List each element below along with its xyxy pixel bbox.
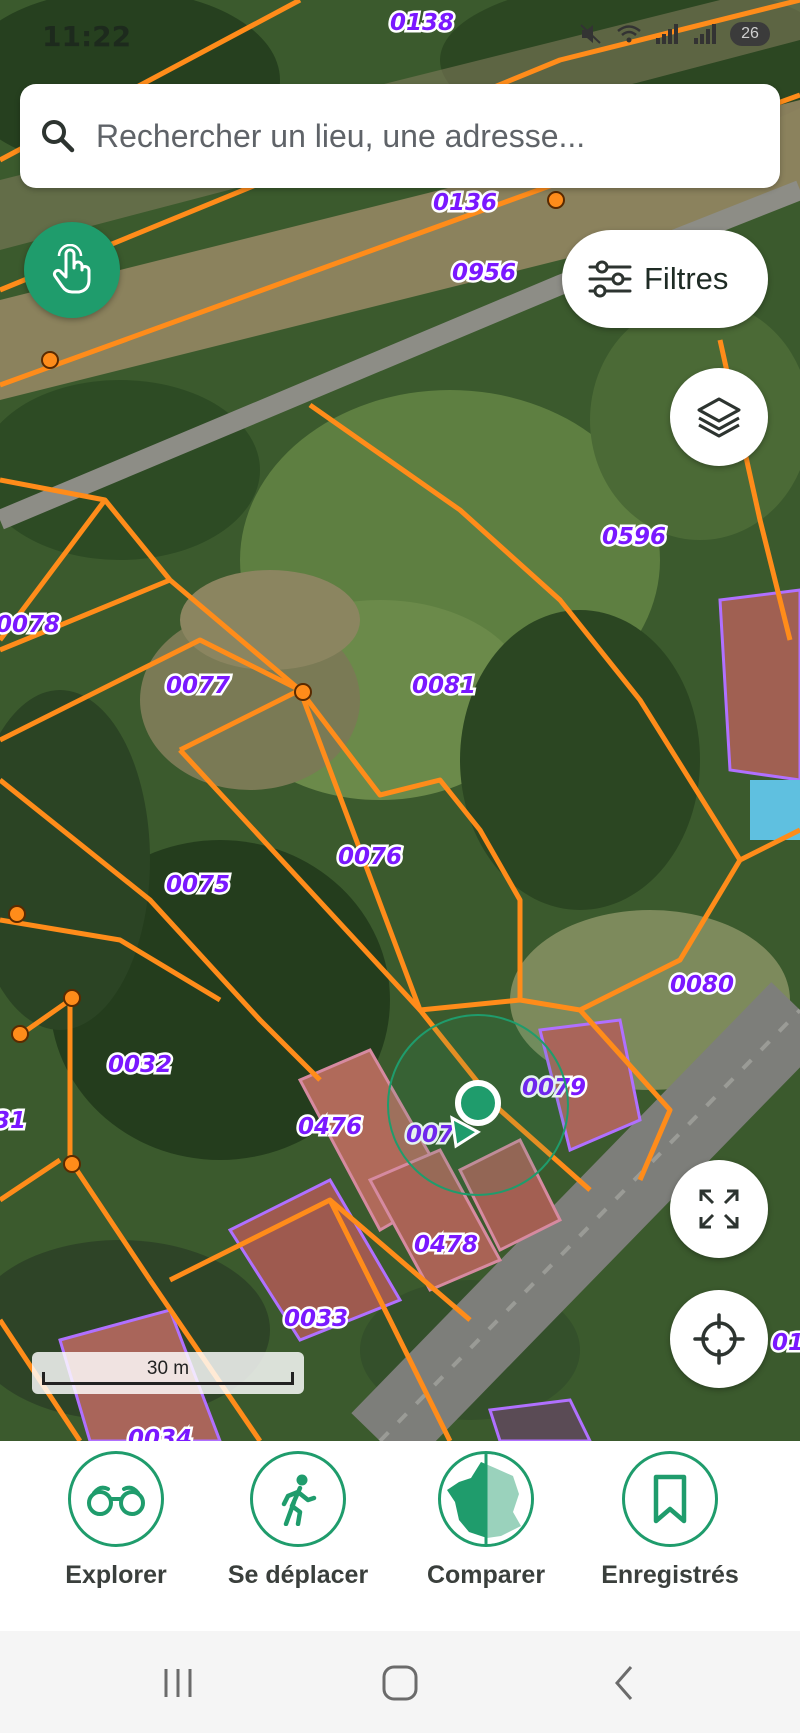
filters-label: Filtres — [644, 261, 729, 296]
nav-se-deplacer-label: Se déplacer — [227, 1561, 369, 1589]
touch-select-button[interactable] — [24, 222, 120, 318]
back-chevron-icon — [615, 1666, 633, 1700]
status-icons: 26 — [578, 22, 770, 46]
map-scale: 30 m — [32, 1352, 304, 1394]
status-bar: 11:22 26 — [0, 0, 800, 70]
nav-explorer[interactable]: Explorer — [26, 1451, 206, 1590]
filters-button[interactable]: Filtres — [562, 230, 768, 328]
nav-enregistres[interactable]: Enregistrés — [580, 1451, 760, 1590]
home-icon — [382, 1665, 418, 1701]
bookmark-icon — [653, 1474, 687, 1524]
nav-explorer-circle[interactable] — [68, 1451, 164, 1547]
parcel-label: 0478 — [414, 1232, 478, 1258]
crosshair-icon — [693, 1313, 745, 1365]
parcel-label: 0034 — [128, 1426, 192, 1441]
parcel-label: 0956 — [452, 260, 516, 286]
nav-enregistres-label: Enregistrés — [601, 1561, 739, 1589]
signal-icon-2 — [694, 24, 716, 44]
parcel-label: 0032 — [108, 1052, 172, 1078]
battery-indicator: 26 — [730, 22, 770, 46]
walking-person-icon — [281, 1474, 317, 1526]
status-time: 11:22 — [42, 20, 132, 53]
tap-hand-icon — [52, 244, 91, 294]
search-bar[interactable] — [20, 84, 780, 188]
nav-comparer-label: Comparer — [426, 1561, 546, 1589]
france-map-icon — [447, 1454, 531, 1544]
home-button[interactable] — [370, 1661, 430, 1705]
search-icon — [42, 120, 75, 153]
parcel-label: 0596 — [602, 524, 666, 550]
parcel-label: 0075 — [166, 872, 230, 898]
scale-bar — [42, 1372, 294, 1385]
parcel-label: 01 — [772, 1330, 800, 1356]
layers-button[interactable] — [670, 368, 768, 466]
sliders-icon — [588, 260, 632, 298]
fullscreen-button[interactable] — [670, 1160, 768, 1258]
nav-explorer-label: Explorer — [65, 1561, 167, 1589]
parcel-label: 0076 — [338, 844, 402, 870]
recent-apps-button[interactable] — [148, 1661, 208, 1705]
binoculars-icon — [87, 1485, 145, 1516]
expand-icon — [699, 1189, 739, 1229]
bottom-navigation: Explorer Se déplacer Comparer Enregistré… — [0, 1441, 800, 1631]
parcel-label: 0080 — [670, 972, 734, 998]
parcel-label: 0081 — [412, 673, 476, 699]
nav-enregistres-circle[interactable] — [622, 1451, 718, 1547]
parcel-label: 0078 — [0, 612, 60, 638]
parcel-label: 0033 — [284, 1306, 348, 1332]
mute-icon — [580, 24, 601, 44]
parcel-label: 0077 — [166, 673, 230, 699]
system-navigation-bar — [0, 1631, 800, 1733]
parcel-label: 31 — [0, 1108, 26, 1134]
locate-me-button[interactable] — [670, 1290, 768, 1388]
nav-comparer-circle[interactable] — [438, 1451, 534, 1547]
user-location-marker — [387, 1014, 569, 1196]
nav-comparer[interactable]: Comparer — [396, 1451, 576, 1590]
layers-icon — [697, 397, 741, 438]
wifi-icon — [617, 25, 641, 43]
back-button[interactable] — [594, 1661, 654, 1705]
nav-se-deplacer[interactable]: Se déplacer — [208, 1451, 388, 1590]
parcel-label: 0476 — [298, 1114, 362, 1140]
search-input[interactable] — [94, 116, 748, 156]
signal-icon — [656, 24, 678, 44]
nav-se-deplacer-circle[interactable] — [250, 1451, 346, 1547]
recent-apps-icon — [164, 1669, 192, 1697]
parcel-label: 0136 — [433, 190, 497, 216]
